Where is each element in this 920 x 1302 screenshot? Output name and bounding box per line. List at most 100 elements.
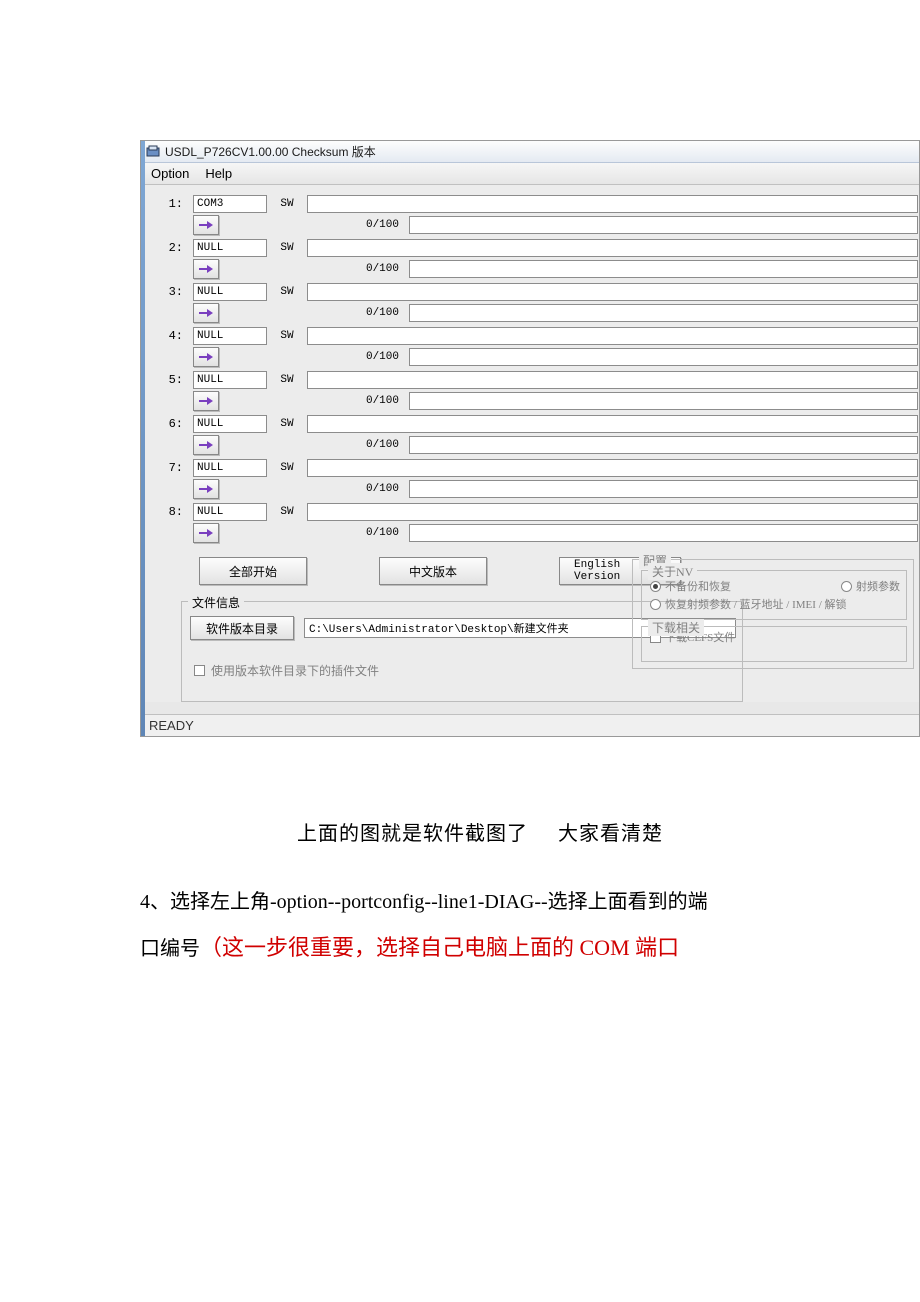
nv-rf-radio[interactable] — [841, 581, 852, 592]
progress-bar — [409, 304, 918, 322]
port-row-4: 4: SW — [141, 327, 919, 345]
start-arrow-button[interactable] — [193, 347, 219, 367]
port-input[interactable] — [193, 503, 267, 521]
port-input[interactable] — [193, 415, 267, 433]
port-input[interactable] — [193, 371, 267, 389]
port-index: 1: — [157, 197, 187, 211]
port-row-6: 6: SW — [141, 415, 919, 433]
nv-none-label: 不备份和恢复 — [665, 578, 731, 594]
chinese-version-button[interactable]: 中文版本 — [379, 557, 487, 585]
menu-help[interactable]: Help — [205, 166, 232, 181]
menu-option[interactable]: Option — [151, 166, 189, 181]
config-area: 配置 关于NV 不备份和恢复 射频参数 恢复射频参数 / 蓝牙地址 / — [628, 555, 918, 673]
start-arrow-button[interactable] — [193, 479, 219, 499]
caption-text: 口编号 — [140, 938, 200, 960]
progress-count: 0/100 — [347, 395, 403, 407]
progress-count: 0/100 — [347, 351, 403, 363]
caption-area: 上面的图就是软件截图了 大家看清楚 4、选择左上角-option--portco… — [0, 737, 920, 1012]
progress-count: 0/100 — [347, 307, 403, 319]
nv-restore-label: 恢复射频参数 / 蓝牙地址 / IMEI / 解锁 — [665, 596, 847, 612]
sw-label: SW — [273, 462, 301, 474]
progress-row-7: 0/100 — [141, 477, 919, 503]
status-box — [307, 327, 918, 345]
use-plugin-checkbox[interactable] — [194, 665, 205, 676]
status-box — [307, 239, 918, 257]
progress-row-3: 0/100 — [141, 301, 919, 327]
port-index: 3: — [157, 285, 187, 299]
progress-bar — [409, 436, 918, 454]
start-arrow-button[interactable] — [193, 435, 219, 455]
status-box — [307, 371, 918, 389]
progress-bar — [409, 480, 918, 498]
sw-label: SW — [273, 506, 301, 518]
progress-bar — [409, 216, 918, 234]
start-arrow-button[interactable] — [193, 391, 219, 411]
start-arrow-button[interactable] — [193, 215, 219, 235]
sw-label: SW — [273, 374, 301, 386]
file-legend: 文件信息 — [188, 594, 244, 611]
use-plugin-label: 使用版本软件目录下的插件文件 — [211, 662, 379, 679]
app-window: USDL_P726CV1.00.00 Checksum 版本 Option He… — [140, 140, 920, 737]
status-box — [307, 283, 918, 301]
port-input[interactable] — [193, 195, 267, 213]
progress-bar — [409, 260, 918, 278]
port-index: 6: — [157, 417, 187, 431]
software-dir-button[interactable]: 软件版本目录 — [190, 616, 294, 640]
nv-restore-radio[interactable] — [650, 599, 661, 610]
progress-count: 0/100 — [347, 527, 403, 539]
port-row-5: 5: SW — [141, 371, 919, 389]
nv-rf-label: 射频参数 — [856, 578, 900, 594]
start-arrow-button[interactable] — [193, 303, 219, 323]
progress-count: 0/100 — [347, 483, 403, 495]
progress-row-5: 0/100 — [141, 389, 919, 415]
sw-label: SW — [273, 242, 301, 254]
progress-row-1: 0/100 — [141, 213, 919, 239]
progress-bar — [409, 392, 918, 410]
nv-none-radio[interactable] — [650, 581, 661, 592]
port-row-1: 1: SW — [141, 195, 919, 213]
status-box — [307, 195, 918, 213]
start-all-button[interactable]: 全部开始 — [199, 557, 307, 585]
caption-red: （这一步很重要，选择自己电脑上面的 COM 端口 — [200, 935, 679, 960]
progress-row-2: 0/100 — [141, 257, 919, 283]
port-input[interactable] — [193, 239, 267, 257]
port-input[interactable] — [193, 283, 267, 301]
start-arrow-button[interactable] — [193, 523, 219, 543]
port-row-8: 8: SW — [141, 503, 919, 521]
progress-bar — [409, 348, 918, 366]
status-box — [307, 459, 918, 477]
progress-count: 0/100 — [347, 439, 403, 451]
sw-label: SW — [273, 330, 301, 342]
port-row-2: 2: SW — [141, 239, 919, 257]
port-index: 8: — [157, 505, 187, 519]
port-input[interactable] — [193, 327, 267, 345]
client-area: 1: SW 0/100 2: SW — [141, 185, 919, 702]
port-row-3: 3: SW — [141, 283, 919, 301]
status-box — [307, 503, 918, 521]
progress-count: 0/100 — [347, 219, 403, 231]
port-row-7: 7: SW — [141, 459, 919, 477]
titlebar: USDL_P726CV1.00.00 Checksum 版本 — [141, 141, 919, 163]
port-index: 5: — [157, 373, 187, 387]
progress-row-8: 0/100 — [141, 521, 919, 547]
progress-count: 0/100 — [347, 263, 403, 275]
status-ready: READY — [149, 718, 194, 733]
caption-line1: 上面的图就是软件截图了 大家看清楚 — [140, 817, 820, 846]
menubar: Option Help — [141, 163, 919, 185]
caption-text: 4、选择左上角-option--portconfig--line1-DIAG--… — [140, 891, 708, 913]
caption-line2: 4、选择左上角-option--portconfig--line1-DIAG--… — [140, 880, 820, 972]
start-arrow-button[interactable] — [193, 259, 219, 279]
progress-row-6: 0/100 — [141, 433, 919, 459]
progress-row-4: 0/100 — [141, 345, 919, 371]
statusbar: READY — [141, 714, 919, 736]
port-input[interactable] — [193, 459, 267, 477]
status-box — [307, 415, 918, 433]
port-index: 2: — [157, 241, 187, 255]
sw-label: SW — [273, 198, 301, 210]
app-icon — [145, 144, 161, 160]
sw-label: SW — [273, 286, 301, 298]
nv-legend: 关于NV — [648, 563, 697, 580]
sw-label: SW — [273, 418, 301, 430]
dl-legend: 下载相关 — [648, 619, 704, 636]
window-title: USDL_P726CV1.00.00 Checksum 版本 — [165, 143, 376, 160]
